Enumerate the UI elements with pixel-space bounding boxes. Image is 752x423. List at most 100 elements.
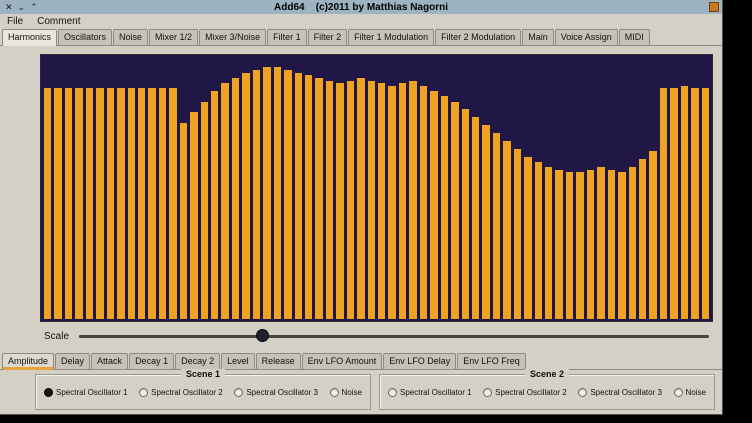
tab-env-lfo-delay[interactable]: Env LFO Delay xyxy=(383,353,456,369)
harmonic-bar-23[interactable] xyxy=(274,67,281,319)
tab-harmonics[interactable]: Harmonics xyxy=(2,29,57,46)
harmonic-bar-50[interactable] xyxy=(555,170,562,319)
harmonic-bar-16[interactable] xyxy=(201,102,208,319)
harmonic-bar-15[interactable] xyxy=(190,112,197,319)
harmonic-bar-57[interactable] xyxy=(629,167,636,319)
harmonic-bar-20[interactable] xyxy=(242,73,249,319)
harmonic-bar-42[interactable] xyxy=(472,117,479,319)
menu-file[interactable]: File xyxy=(7,16,23,27)
tab-delay[interactable]: Delay xyxy=(55,353,90,369)
harmonic-bar-46[interactable] xyxy=(514,149,521,319)
harmonic-bar-18[interactable] xyxy=(221,83,228,319)
harmonic-bar-22[interactable] xyxy=(263,67,270,319)
harmonic-bar-4[interactable] xyxy=(75,88,82,319)
harmonic-bar-34[interactable] xyxy=(388,86,395,319)
harmonic-bar-10[interactable] xyxy=(138,88,145,319)
maximize-icon[interactable]: ⌃ xyxy=(30,0,38,14)
harmonic-bar-12[interactable] xyxy=(159,88,166,319)
harmonic-bar-24[interactable] xyxy=(284,70,291,319)
harmonic-bar-28[interactable] xyxy=(326,81,333,319)
harmonic-bar-51[interactable] xyxy=(566,172,573,319)
harmonic-bar-8[interactable] xyxy=(117,88,124,319)
radio-option-scene-1-spectral-oscillator-1[interactable]: Spectral Oscillator 1 xyxy=(44,388,128,397)
scale-slider-track[interactable] xyxy=(79,335,709,338)
harmonic-bar-7[interactable] xyxy=(107,88,114,319)
tab-decay-1[interactable]: Decay 1 xyxy=(129,353,174,369)
harmonic-bar-61[interactable] xyxy=(670,88,677,319)
harmonic-bar-47[interactable] xyxy=(524,157,531,319)
harmonic-bar-35[interactable] xyxy=(399,83,406,319)
harmonic-bar-64[interactable] xyxy=(702,88,709,319)
harmonic-bar-54[interactable] xyxy=(597,167,604,319)
harmonic-bar-37[interactable] xyxy=(420,86,427,319)
harmonic-bar-5[interactable] xyxy=(86,88,93,319)
harmonic-bar-11[interactable] xyxy=(148,88,155,319)
tab-attack[interactable]: Attack xyxy=(91,353,128,369)
tab-filter-2[interactable]: Filter 2 xyxy=(308,29,348,45)
tab-env-lfo-freq[interactable]: Env LFO Freq xyxy=(457,353,526,369)
harmonic-bar-26[interactable] xyxy=(305,75,312,319)
harmonic-bar-36[interactable] xyxy=(409,81,416,319)
radio-option-scene-2-spectral-oscillator-3[interactable]: Spectral Oscillator 3 xyxy=(578,388,662,397)
harmonic-bar-27[interactable] xyxy=(315,78,322,319)
radio-option-scene-2-spectral-oscillator-1[interactable]: Spectral Oscillator 1 xyxy=(388,388,472,397)
harmonic-bar-44[interactable] xyxy=(493,133,500,319)
titlebar[interactable]: ✕ ⌄ ⌃ Add64 (c)2011 by Matthias Nagorni xyxy=(0,0,722,14)
harmonics-display[interactable] xyxy=(40,54,713,322)
harmonic-bar-39[interactable] xyxy=(441,96,448,319)
radio-option-scene-1-spectral-oscillator-3[interactable]: Spectral Oscillator 3 xyxy=(234,388,318,397)
tab-noise[interactable]: Noise xyxy=(113,29,148,45)
harmonic-bar-38[interactable] xyxy=(430,91,437,319)
tab-voice-assign[interactable]: Voice Assign xyxy=(555,29,618,45)
harmonic-bar-48[interactable] xyxy=(535,162,542,319)
radio-option-scene-2-noise[interactable]: Noise xyxy=(674,388,706,397)
harmonic-bar-30[interactable] xyxy=(347,81,354,319)
close-icon[interactable]: ✕ xyxy=(5,0,13,14)
harmonic-bar-21[interactable] xyxy=(253,70,260,319)
radio-option-scene-2-spectral-oscillator-2[interactable]: Spectral Oscillator 2 xyxy=(483,388,567,397)
harmonic-bar-32[interactable] xyxy=(368,81,375,319)
tab-filter-1-modulation[interactable]: Filter 1 Modulation xyxy=(348,29,434,45)
harmonic-bar-53[interactable] xyxy=(587,170,594,319)
tab-release[interactable]: Release xyxy=(256,353,301,369)
harmonic-bar-3[interactable] xyxy=(65,88,72,319)
harmonic-bar-2[interactable] xyxy=(54,88,61,319)
tab-level[interactable]: Level xyxy=(221,353,255,369)
harmonic-bar-9[interactable] xyxy=(128,88,135,319)
harmonic-bar-59[interactable] xyxy=(649,151,656,319)
harmonic-bar-6[interactable] xyxy=(96,88,103,319)
tab-mixer-3-noise[interactable]: Mixer 3/Noise xyxy=(199,29,266,45)
harmonic-bar-40[interactable] xyxy=(451,102,458,319)
harmonic-bar-58[interactable] xyxy=(639,159,646,319)
tab-mixer-1-2[interactable]: Mixer 1/2 xyxy=(149,29,198,45)
harmonic-bar-29[interactable] xyxy=(336,83,343,319)
harmonic-bar-60[interactable] xyxy=(660,88,667,319)
harmonic-bar-17[interactable] xyxy=(211,91,218,319)
tab-env-lfo-amount[interactable]: Env LFO Amount xyxy=(302,353,383,369)
menu-comment[interactable]: Comment xyxy=(37,16,80,27)
harmonic-bar-56[interactable] xyxy=(618,172,625,319)
radio-option-scene-1-noise[interactable]: Noise xyxy=(330,388,362,397)
radio-option-scene-1-spectral-oscillator-2[interactable]: Spectral Oscillator 2 xyxy=(139,388,223,397)
tab-filter-1[interactable]: Filter 1 xyxy=(267,29,307,45)
tab-oscillators[interactable]: Oscillators xyxy=(58,29,112,45)
tab-amplitude[interactable]: Amplitude xyxy=(2,353,54,370)
harmonic-bar-43[interactable] xyxy=(482,125,489,319)
tab-main[interactable]: Main xyxy=(522,29,554,45)
harmonic-bar-33[interactable] xyxy=(378,83,385,319)
scale-slider-handle[interactable] xyxy=(256,329,269,342)
tab-midi[interactable]: MIDI xyxy=(619,29,650,45)
harmonic-bar-31[interactable] xyxy=(357,78,364,319)
harmonic-bar-63[interactable] xyxy=(691,88,698,319)
harmonic-bar-45[interactable] xyxy=(503,141,510,319)
harmonic-bar-1[interactable] xyxy=(44,88,51,319)
scale-slider[interactable] xyxy=(79,328,709,344)
tab-filter-2-modulation[interactable]: Filter 2 Modulation xyxy=(435,29,521,45)
harmonic-bar-41[interactable] xyxy=(462,109,469,319)
iconify-icon[interactable]: ⌄ xyxy=(18,0,26,14)
harmonic-bar-49[interactable] xyxy=(545,167,552,319)
tab-decay-2[interactable]: Decay 2 xyxy=(175,353,220,369)
harmonic-bar-55[interactable] xyxy=(608,170,615,319)
harmonic-bar-62[interactable] xyxy=(681,86,688,319)
harmonic-bar-25[interactable] xyxy=(295,73,302,319)
